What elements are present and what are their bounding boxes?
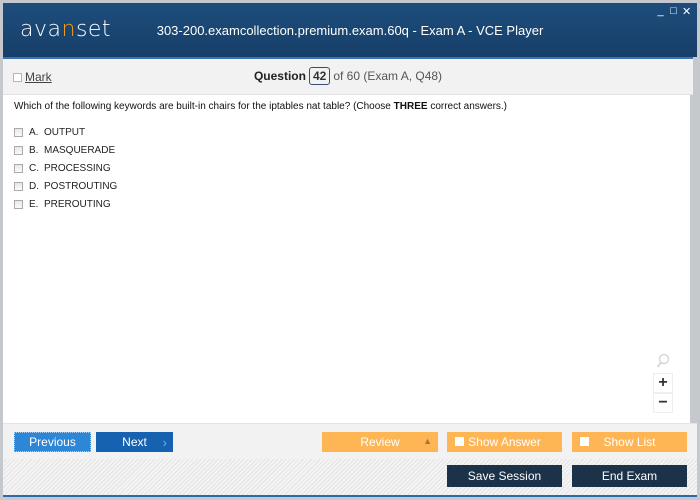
vce-player-window: avanset 303-200.examcollection.premium.e… xyxy=(0,0,700,500)
show-list-checkbox[interactable] xyxy=(580,437,589,446)
end-exam-button[interactable]: End Exam xyxy=(572,465,687,487)
answer-checkbox[interactable] xyxy=(14,163,23,173)
answer-checkbox[interactable] xyxy=(14,127,23,137)
window-title: 303-200.examcollection.premium.exam.60q … xyxy=(156,23,544,38)
show-list-button[interactable]: Show List xyxy=(572,432,687,452)
zoom-tools: + − xyxy=(652,353,674,413)
minimize-button[interactable]: _ xyxy=(656,5,665,18)
answer-list: A. OUTPUT B. MASQUERADE C. PROCESSING D. POS… xyxy=(14,123,117,213)
answer-letter: B. xyxy=(29,144,39,156)
question-label: Question xyxy=(253,69,306,83)
answer-option-c[interactable]: C. PROCESSING xyxy=(14,159,117,177)
answer-text: PROCESSING xyxy=(44,162,111,174)
answer-checkbox[interactable] xyxy=(14,199,23,209)
answer-text: PREROUTING xyxy=(44,198,111,210)
show-answer-checkbox[interactable] xyxy=(455,437,464,446)
answer-text: OUTPUT xyxy=(44,126,86,138)
previous-button[interactable]: Previous xyxy=(14,432,91,452)
zoom-out-button[interactable]: − xyxy=(653,393,673,413)
question-text-part: correct answers.) xyxy=(427,101,508,112)
next-button[interactable]: Next › xyxy=(96,432,173,452)
show-answer-button[interactable]: Show Answer xyxy=(447,432,562,452)
caret-up-icon: ▲ xyxy=(423,436,432,446)
answer-letter: E. xyxy=(29,198,39,210)
show-answer-label: Show Answer xyxy=(468,435,541,449)
zoom-in-button[interactable]: + xyxy=(653,373,673,393)
question-content: Which of the following keywords are buil… xyxy=(3,95,690,423)
question-text-part: Which of the following keywords are buil… xyxy=(14,101,394,112)
question-total: of 60 (Exam A, Q48) xyxy=(333,69,443,83)
answer-option-b[interactable]: B. MASQUERADE xyxy=(14,141,117,159)
bottom-border xyxy=(3,495,697,497)
answer-option-d[interactable]: D. POSTROUTING xyxy=(14,177,117,195)
question-text: Which of the following keywords are buil… xyxy=(14,101,507,112)
answer-checkbox[interactable] xyxy=(14,181,23,191)
title-bar: avanset 303-200.examcollection.premium.e… xyxy=(3,3,697,57)
answer-text: POSTROUTING xyxy=(44,180,118,192)
review-label: Review xyxy=(360,435,400,449)
close-button[interactable]: ✕ xyxy=(682,5,691,18)
answer-checkbox[interactable] xyxy=(14,145,23,155)
navigation-bar: Previous Next › Review ▲ Show Answer Show … xyxy=(3,423,697,459)
answer-text: MASQUERADE xyxy=(44,144,116,156)
question-text-bold: THREE xyxy=(393,101,428,112)
answer-option-a[interactable]: A. OUTPUT xyxy=(14,123,117,141)
answer-letter: C. xyxy=(29,162,39,174)
question-number-input[interactable]: 42 xyxy=(308,67,331,85)
answer-letter: A. xyxy=(29,126,39,138)
chevron-right-icon: › xyxy=(162,434,167,450)
review-button[interactable]: Review ▲ xyxy=(322,432,438,452)
next-label: Next xyxy=(122,435,147,449)
footer-bar: Save Session End Exam xyxy=(3,459,697,495)
maximize-button[interactable]: □ xyxy=(669,5,678,18)
save-session-button[interactable]: Save Session xyxy=(447,465,562,487)
question-counter: Question 42 of 60 (Exam A, Q48) xyxy=(3,67,693,85)
search-icon xyxy=(652,353,674,373)
answer-letter: D. xyxy=(29,180,39,192)
show-list-label: Show List xyxy=(603,435,656,449)
answer-option-e[interactable]: E. PREROUTING xyxy=(14,195,117,213)
window-controls: _ □ ✕ xyxy=(656,5,691,18)
question-bar: Mark Question 42 of 60 (Exam A, Q48) xyxy=(3,57,693,95)
